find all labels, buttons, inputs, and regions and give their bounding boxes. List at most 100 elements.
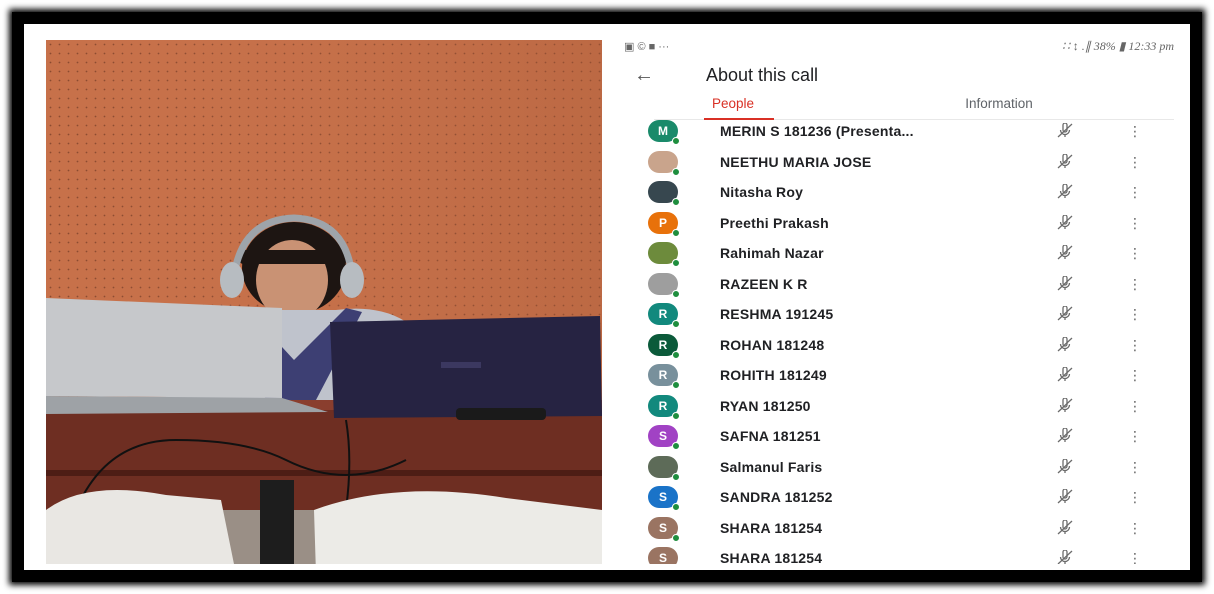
status-bar: ▣ © ■ ··· ∷ ↕ .∥ 38% ▮ 12:33 pm [624,38,1174,54]
avatar-photo [648,150,680,176]
participant-name: NEETHU MARIA JOSE [720,153,872,170]
online-indicator [672,137,680,146]
tab-people[interactable]: People [654,92,824,119]
avatar-initial: S [658,490,667,505]
tab-information[interactable]: Information [824,92,1174,119]
participant-name: MERIN S 181236 (Presenta... [720,123,914,140]
participant-row[interactable]: S SAFNA 181251 ⋮ [614,421,1182,452]
mic-off-icon[interactable] [1056,488,1074,505]
mic-off-icon[interactable] [1056,549,1074,564]
status-notification-icons: ▣ © ■ ··· [624,40,670,53]
more-vert-icon[interactable]: ⋮ [1128,216,1142,230]
online-indicator [672,320,680,329]
mic-off-icon[interactable] [1056,458,1074,475]
online-indicator [672,411,680,420]
avatar-initial: R [658,368,668,383]
arrow-left-icon[interactable]: ← [614,64,674,87]
silver-laptop [46,298,282,398]
more-vert-icon[interactable]: ⋮ [1128,124,1142,138]
avatar-photo [648,181,680,207]
participant-row[interactable]: Salmanul Faris ⋮ [614,452,1182,483]
more-vert-icon[interactable]: ⋮ [1128,521,1142,535]
avatar: R [648,364,680,390]
more-vert-icon[interactable]: ⋮ [1128,460,1142,474]
mic-off-icon[interactable] [1056,122,1074,139]
more-vert-icon[interactable]: ⋮ [1128,277,1142,291]
more-vert-icon[interactable]: ⋮ [1128,551,1142,564]
participant-list: M MERIN S 181236 (Presenta... ⋮ NEETHU MARI… [614,116,1182,564]
avatar: M [648,120,680,146]
online-indicator [672,533,680,542]
avatar: S [648,425,680,451]
participant-row[interactable]: R ROHAN 181248 ⋮ [614,330,1182,361]
status-right-info: ∷ ↕ .∥ 38% ▮ 12:33 pm [1062,38,1174,53]
mic-off-icon[interactable] [1056,305,1074,322]
more-vert-icon[interactable]: ⋮ [1128,368,1142,382]
more-vert-icon[interactable]: ⋮ [1128,307,1142,321]
participant-row[interactable]: RAZEEN K R ⋮ [614,269,1182,300]
participant-name: Rahimah Nazar [720,245,824,262]
mic-off-icon[interactable] [1056,275,1074,292]
phone-screen: ▣ © ■ ··· ∷ ↕ .∥ 38% ▮ 12:33 pm ← About … [614,30,1182,564]
mic-off-icon[interactable] [1056,214,1074,231]
online-indicator [672,472,680,481]
avatar-initial: S [658,551,667,564]
camera-photo [46,40,602,564]
status-left-icons: ▣ © ■ ··· [624,40,669,53]
participant-name: Nitasha Roy [720,184,804,201]
participant-row[interactable]: R RESHMA 191245 ⋮ [614,299,1182,330]
mic-off-icon[interactable] [1056,397,1074,414]
more-vert-icon[interactable]: ⋮ [1128,246,1142,260]
more-vert-icon[interactable]: ⋮ [1128,155,1142,169]
participant-name: SANDRA 181252 [720,489,833,506]
legs [260,480,294,564]
avatar: S [648,486,680,512]
participant-row[interactable]: P Preethi Prakash ⋮ [614,208,1182,239]
more-vert-icon[interactable]: ⋮ [1128,338,1142,352]
avatar-initial: M [658,124,668,139]
online-indicator [672,350,680,359]
participant-row[interactable]: R RYAN 181250 ⋮ [614,391,1182,422]
participant-row[interactable]: R ROHITH 181249 ⋮ [614,360,1182,391]
participant-name: ROHITH 181249 [720,367,827,384]
mic-off-icon[interactable] [1056,427,1074,444]
participant-row[interactable]: Rahimah Nazar ⋮ [614,238,1182,269]
participant-name: ROHAN 181248 [720,336,825,353]
mic-off-icon[interactable] [1056,244,1074,261]
avatar: P [648,211,680,237]
avatar-photo [648,242,680,268]
online-indicator [672,228,680,237]
participant-name: SAFNA 181251 [720,428,821,445]
mic-off-icon[interactable] [1056,336,1074,353]
mic-off-icon[interactable] [1056,153,1074,170]
avatar-initial: S [658,429,667,444]
participant-name: Salmanul Faris [720,458,823,475]
participant-row[interactable]: Nitasha Roy ⋮ [614,177,1182,208]
participant-name: SHARA 181254 [720,550,823,564]
online-indicator [672,381,680,390]
more-vert-icon[interactable]: ⋮ [1128,185,1142,199]
mic-off-icon[interactable] [1056,519,1074,536]
white-chair-left [46,490,234,564]
more-vert-icon[interactable]: ⋮ [1128,399,1142,413]
more-vert-icon[interactable]: ⋮ [1128,429,1142,443]
avatar-initial: R [658,307,668,322]
participant-row[interactable]: S SHARA 181254 ⋮ [614,543,1182,564]
avatar-initial: R [658,398,668,413]
avatar-photo [648,272,680,298]
avatar-initial: R [658,337,668,352]
participant-row[interactable]: S SHARA 181254 ⋮ [614,513,1182,544]
avatar: R [648,394,680,420]
participant-name: Preethi Prakash [720,214,829,231]
avatar: S [648,516,680,542]
participant-row[interactable]: NEETHU MARIA JOSE ⋮ [614,147,1182,178]
avatar: R [648,333,680,359]
online-indicator [672,289,680,298]
participant-row[interactable]: S SANDRA 181252 ⋮ [614,482,1182,513]
participant-name: RESHMA 191245 [720,306,834,323]
desk-object [456,408,546,420]
more-vert-icon[interactable]: ⋮ [1128,490,1142,504]
mic-off-icon[interactable] [1056,366,1074,383]
participant-row[interactable]: M MERIN S 181236 (Presenta... ⋮ [614,116,1182,147]
mic-off-icon[interactable] [1056,183,1074,200]
